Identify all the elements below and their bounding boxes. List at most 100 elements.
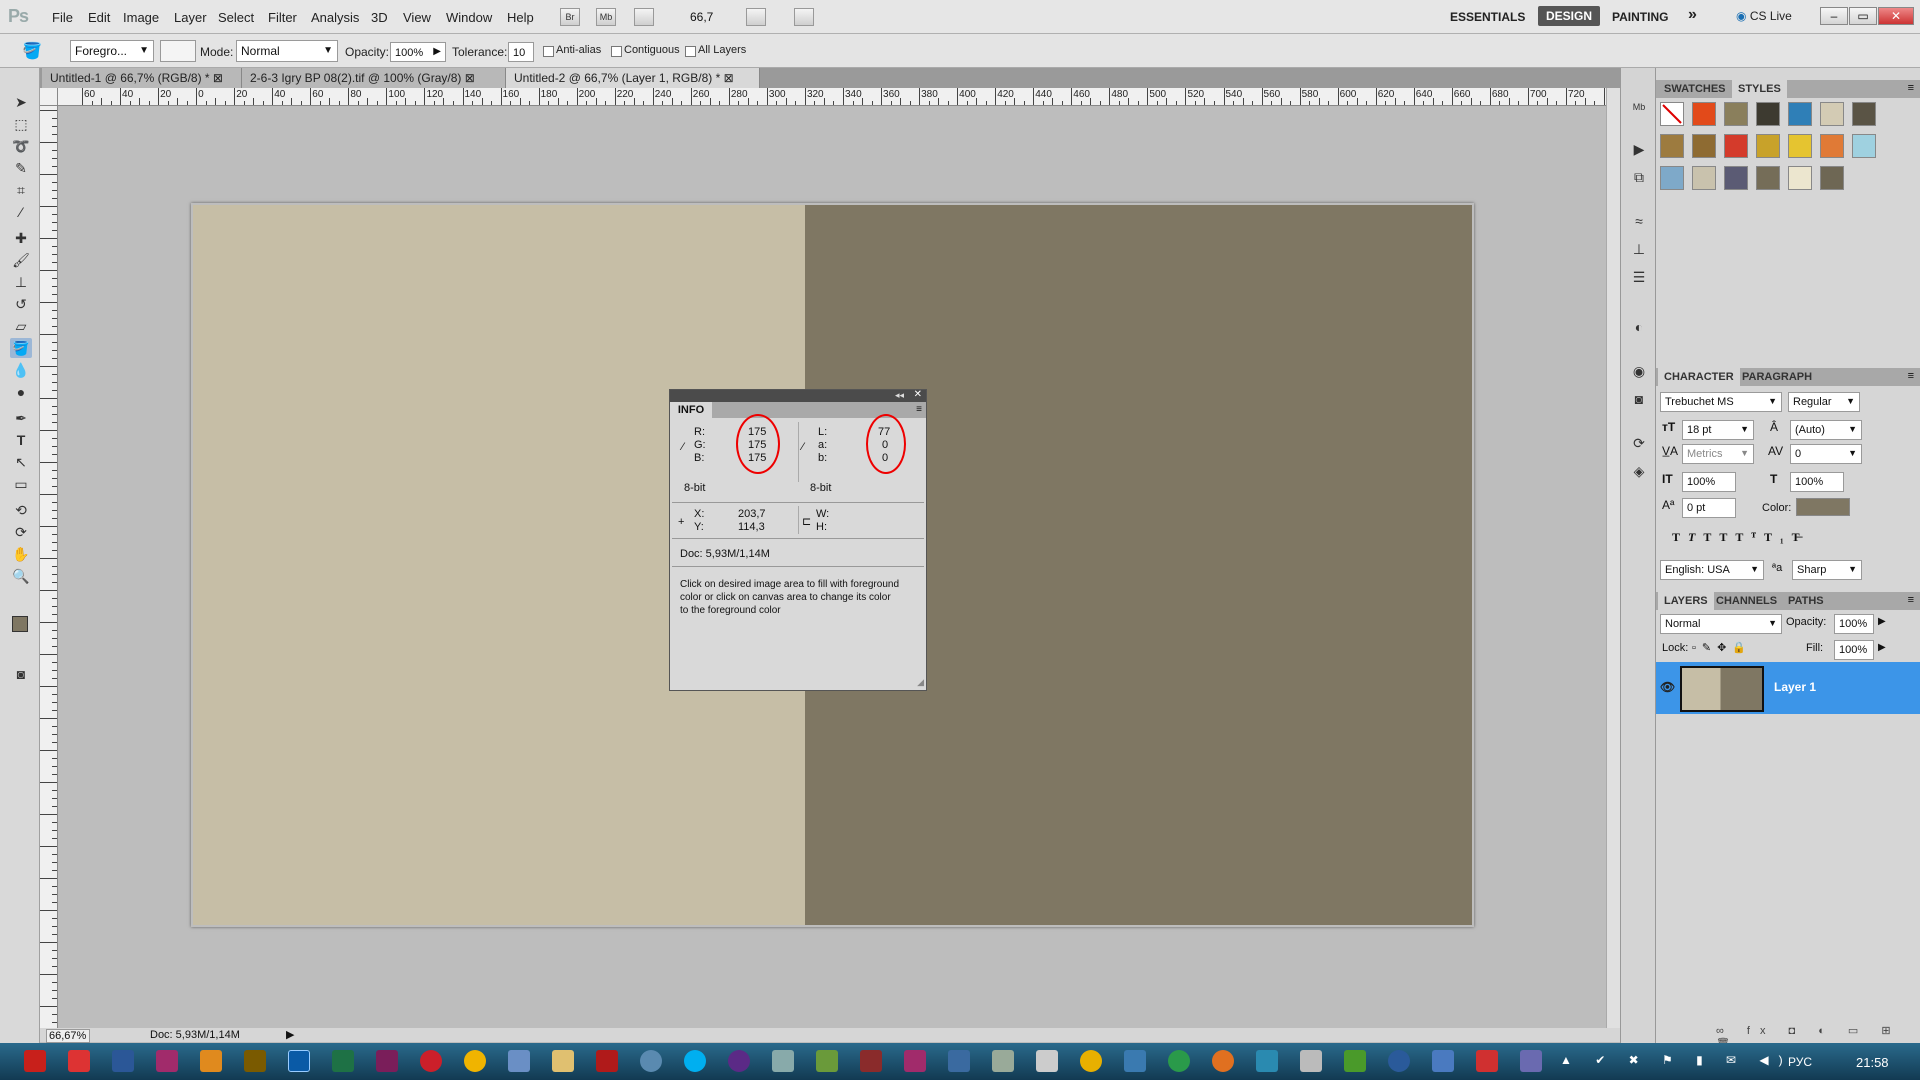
illustrator-icon[interactable]: [200, 1050, 222, 1072]
workspace-painting[interactable]: PAINTING: [1612, 10, 1668, 24]
system-tray-icons[interactable]: ▲ ✔ ✖ ⚑ ▮ ✉ ◀): [1560, 1053, 1793, 1067]
tab-untitled-2[interactable]: Untitled-2 @ 66,7% (Layer 1, RGB/8) * ⊠: [506, 68, 760, 88]
eraser-tool-icon[interactable]: ▱: [10, 316, 32, 336]
app-icon[interactable]: [1476, 1050, 1498, 1072]
excel-icon[interactable]: [332, 1050, 354, 1072]
crop-tool-icon[interactable]: ⌗: [10, 180, 32, 200]
cs-live-button[interactable]: ◉ CS Live: [1736, 9, 1792, 23]
kerning-select[interactable]: Metrics ▼: [1682, 444, 1754, 464]
chrome-icon[interactable]: [464, 1050, 486, 1072]
rectangle-tool-icon[interactable]: ▭: [10, 474, 32, 494]
layer-opacity-input[interactable]: 100%: [1834, 614, 1874, 634]
adjustments-panel-icon[interactable]: ≈: [1630, 212, 1648, 230]
close-tab-icon[interactable]: ⊠: [724, 71, 734, 85]
style-swatch[interactable]: [1820, 166, 1844, 190]
minimize-button[interactable]: –: [1820, 7, 1848, 25]
contiguous-checkbox[interactable]: [611, 46, 622, 57]
opacity-arrow-icon[interactable]: ▶: [1878, 616, 1886, 627]
status-menu-arrow-icon[interactable]: ▶: [286, 1028, 294, 1041]
acrobat-icon[interactable]: [24, 1050, 46, 1072]
style-swatch[interactable]: [1820, 134, 1844, 158]
close-panel-icon[interactable]: ✕: [914, 389, 922, 400]
text-color-swatch[interactable]: [1796, 498, 1850, 516]
menu-select[interactable]: Select: [218, 10, 254, 25]
tab-channels[interactable]: CHANNELS: [1710, 592, 1783, 610]
menu-help[interactable]: Help: [507, 10, 534, 25]
leading-select[interactable]: (Auto) ▼: [1790, 420, 1862, 440]
maximize-button[interactable]: ▭: [1849, 7, 1877, 25]
tab-character[interactable]: CHARACTER: [1658, 368, 1740, 386]
3d-panel-icon[interactable]: ⟳: [1630, 434, 1648, 452]
all-layers-checkbox[interactable]: [685, 46, 696, 57]
mini-bridge-panel-icon[interactable]: Mb: [1630, 98, 1648, 116]
app-icon[interactable]: [816, 1050, 838, 1072]
menu-edit[interactable]: Edit: [88, 10, 110, 25]
vertical-scrollbar[interactable]: [1606, 88, 1620, 1028]
style-swatch[interactable]: [1660, 166, 1684, 190]
clock[interactable]: 21:58: [1856, 1055, 1889, 1070]
tolerance-input[interactable]: 10: [508, 42, 534, 62]
menu-window[interactable]: Window: [446, 10, 492, 25]
app-icon[interactable]: [948, 1050, 970, 1072]
style-none-swatch[interactable]: [1660, 102, 1684, 126]
style-swatch[interactable]: [1756, 134, 1780, 158]
color-panel-icon[interactable]: ◐: [1630, 318, 1648, 336]
eyedropper-tool-icon[interactable]: ⁄: [10, 202, 32, 222]
tab-styles[interactable]: STYLES: [1732, 80, 1787, 98]
style-swatch[interactable]: [1660, 134, 1684, 158]
resize-grip-icon[interactable]: ◢: [917, 677, 924, 688]
menu-view[interactable]: View: [403, 10, 431, 25]
language-select[interactable]: English: USA ▼: [1660, 560, 1764, 580]
app-icon[interactable]: [1124, 1050, 1146, 1072]
font-size-select[interactable]: 18 pt ▼: [1682, 420, 1754, 440]
app-icon[interactable]: [1388, 1050, 1410, 1072]
menu-image[interactable]: Image: [123, 10, 159, 25]
word-icon[interactable]: [112, 1050, 134, 1072]
text-style-buttons[interactable]: TTTTTᵀT₁T̶: [1672, 530, 1808, 545]
quick-selection-tool-icon[interactable]: ✎: [10, 158, 32, 178]
mode-select[interactable]: Normal ▼: [236, 40, 338, 62]
vertical-ruler[interactable]: [40, 106, 58, 1028]
app-icon[interactable]: [1432, 1050, 1454, 1072]
ruler-origin[interactable]: [40, 88, 58, 106]
style-swatch[interactable]: [1756, 102, 1780, 126]
app-icon[interactable]: [1520, 1050, 1542, 1072]
app-icon[interactable]: [1212, 1050, 1234, 1072]
fill-source-select[interactable]: Foregro... ▼: [70, 40, 154, 62]
panel-menu-icon[interactable]: ≡: [1908, 594, 1914, 606]
tab-layers[interactable]: LAYERS: [1658, 592, 1714, 610]
info-panel[interactable]: ◂◂ ✕ INFO ≡ ⁄ R: G: B: 175 175 175 ⁄ L: a…: [669, 389, 927, 691]
layer-row[interactable]: 👁 Layer 1: [1656, 662, 1920, 714]
tab-2-6-3[interactable]: 2-6-3 Igry BP 08(2).tif @ 100% (Gray/8) …: [242, 68, 506, 88]
illustrator-cs-icon[interactable]: [244, 1050, 266, 1072]
app-icon[interactable]: [860, 1050, 882, 1072]
info-panel-header[interactable]: ◂◂ ✕: [670, 389, 926, 402]
pattern-picker[interactable]: [160, 40, 196, 62]
healing-brush-tool-icon[interactable]: ✚: [10, 228, 32, 248]
indesign-icon[interactable]: [904, 1050, 926, 1072]
workspace-essentials[interactable]: ESSENTIALS: [1450, 10, 1525, 24]
clone-stamp-tool-icon[interactable]: ⊥: [10, 272, 32, 292]
app-icon[interactable]: [1080, 1050, 1102, 1072]
style-swatch[interactable]: [1724, 134, 1748, 158]
tab-swatches[interactable]: SWATCHES: [1658, 80, 1732, 98]
font-family-select[interactable]: Trebuchet MS ▼: [1660, 392, 1782, 412]
fill-arrow-icon[interactable]: ▶: [1878, 642, 1886, 653]
close-tab-icon[interactable]: ⊠: [465, 71, 475, 85]
animation-panel-icon[interactable]: ◈: [1630, 462, 1648, 480]
path-selection-tool-icon[interactable]: ↖: [10, 452, 32, 472]
history-panel-icon[interactable]: ⧉: [1630, 168, 1648, 186]
style-swatch[interactable]: [1852, 134, 1876, 158]
foreground-color-swatch[interactable]: [12, 616, 28, 632]
panel-menu-icon[interactable]: ≡: [1908, 370, 1914, 382]
menu-analysis[interactable]: Analysis: [311, 10, 359, 25]
baseline-shift-input[interactable]: 0 pt: [1682, 498, 1736, 518]
menu-file[interactable]: File: [52, 10, 73, 25]
3d-orbit-tool-icon[interactable]: ⟳: [10, 522, 32, 542]
blend-mode-select[interactable]: Normal ▼: [1660, 614, 1782, 634]
paint-bucket-tool-preset-icon[interactable]: 🪣: [22, 41, 42, 61]
collapse-panel-icon[interactable]: ◂◂: [895, 390, 904, 401]
hand-tool-icon[interactable]: ✋: [10, 544, 32, 564]
menu-3d[interactable]: 3D: [371, 10, 388, 25]
app-icon[interactable]: [1300, 1050, 1322, 1072]
